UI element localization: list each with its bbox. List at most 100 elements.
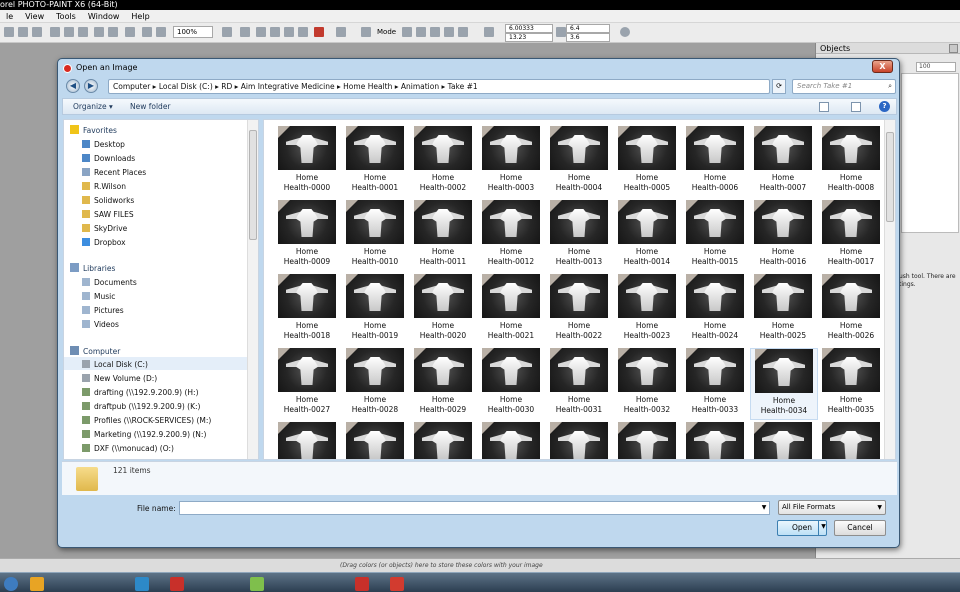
forward-button[interactable]: ▶	[84, 79, 98, 93]
search-icon[interactable]: ⌕	[888, 80, 892, 93]
address-bar[interactable]: Computer ▸ Local Disk (C:) ▸ RD ▸ Aim In…	[108, 79, 770, 94]
file-item[interactable]: Home Health-0001	[342, 126, 410, 198]
cut-icon[interactable]	[50, 27, 60, 37]
file-item[interactable]: Home Health-0029	[410, 348, 478, 420]
import-icon[interactable]	[125, 27, 135, 37]
transform-icon[interactable]	[256, 27, 266, 37]
nav-item-solidworks[interactable]: Solidworks	[82, 194, 134, 207]
nav-libraries[interactable]: Libraries	[70, 262, 115, 275]
options-icon[interactable]	[336, 27, 346, 37]
objects-list[interactable]	[901, 73, 959, 233]
x-position-field[interactable]: 6.00333	[505, 24, 553, 33]
file-item[interactable]: Home Health-0002	[410, 126, 478, 198]
file-item[interactable]	[478, 422, 546, 459]
file-item[interactable]: Home Health-0012	[478, 200, 546, 272]
nav-item-music[interactable]: Music	[82, 290, 115, 303]
height-field[interactable]: 3.6	[566, 33, 610, 42]
menu-file[interactable]: le	[0, 10, 19, 23]
menu-help[interactable]: Help	[125, 10, 155, 23]
width-field[interactable]: 6.4	[566, 24, 610, 33]
file-item[interactable]	[546, 422, 614, 459]
opacity-field[interactable]: 100	[916, 62, 956, 72]
mode-icon[interactable]	[402, 27, 412, 37]
file-item[interactable]: Home Health-0026	[818, 274, 886, 346]
object-icon[interactable]	[298, 27, 308, 37]
file-item[interactable]: Home Health-0005	[614, 126, 682, 198]
file-item[interactable]	[274, 422, 342, 459]
corel-paint-icon[interactable]	[390, 577, 404, 591]
file-item[interactable]: Home Health-0004	[546, 126, 614, 198]
nav-scrollbar-thumb[interactable]	[249, 130, 257, 240]
file-item[interactable]: Home Health-0006	[682, 126, 750, 198]
nav-item-desktop[interactable]: Desktop	[82, 138, 125, 151]
file-item[interactable]: Home Health-0018	[274, 274, 342, 346]
file-item[interactable]: Home Health-0027	[274, 348, 342, 420]
nav-item-marketing-n[interactable]: Marketing (\\192.9.200.9) (N:)	[82, 428, 206, 441]
nav-item-videos[interactable]: Videos	[82, 318, 119, 331]
nav-item-skydrive[interactable]: SkyDrive	[82, 222, 127, 235]
search-input[interactable]: Search Take #1 ⌕	[792, 79, 896, 94]
file-item[interactable]: Home Health-0024	[682, 274, 750, 346]
save-icon[interactable]	[32, 27, 42, 37]
undo-icon[interactable]	[94, 27, 104, 37]
start-icon[interactable]	[4, 577, 18, 591]
file-item[interactable]: Home Health-0022	[546, 274, 614, 346]
file-item[interactable]: Home Health-0003	[478, 126, 546, 198]
file-scrollbar[interactable]	[884, 120, 895, 459]
file-item[interactable]: Home Health-0011	[410, 200, 478, 272]
file-item[interactable]: Home Health-0013	[546, 200, 614, 272]
cancel-button[interactable]: Cancel	[834, 520, 886, 536]
mask-icon[interactable]	[270, 27, 280, 37]
file-item[interactable]: Home Health-0015	[682, 200, 750, 272]
file-item[interactable]: Home Health-0000	[274, 126, 342, 198]
preview-pane-icon[interactable]	[851, 102, 861, 112]
corel-icon[interactable]	[355, 577, 369, 591]
file-item[interactable]: Home Health-0009	[274, 200, 342, 272]
help-icon[interactable]: ?	[879, 101, 890, 112]
paste-icon[interactable]	[78, 27, 88, 37]
acrobat-icon[interactable]	[170, 577, 184, 591]
file-item[interactable]	[682, 422, 750, 459]
new-folder-button[interactable]: New folder	[130, 101, 171, 113]
rotate-icon[interactable]	[416, 27, 426, 37]
nav-item-saw-files[interactable]: SAW FILES	[82, 208, 134, 221]
lock-ratio-icon[interactable]	[620, 27, 630, 37]
app-icon[interactable]	[250, 577, 264, 591]
explorer-icon[interactable]	[30, 577, 44, 591]
nav-item-local-disk-c[interactable]: Local Disk (C:)	[82, 358, 148, 371]
nav-item-dxf-o[interactable]: DXF (\\monucad) (O:)	[82, 442, 174, 455]
file-item[interactable]: Home Health-0020	[410, 274, 478, 346]
align-icon[interactable]	[240, 27, 250, 37]
skew-icon[interactable]	[430, 27, 440, 37]
back-button[interactable]: ◀	[66, 79, 80, 93]
outlook-icon[interactable]	[135, 577, 149, 591]
full-screen-icon[interactable]	[222, 27, 232, 37]
color-icon[interactable]	[314, 27, 324, 37]
copy-icon[interactable]	[64, 27, 74, 37]
nav-scrollbar[interactable]	[247, 120, 258, 459]
open-options-dropdown[interactable]: ▼	[818, 520, 828, 536]
file-item[interactable]	[750, 422, 818, 459]
redo-icon[interactable]	[108, 27, 118, 37]
nav-item-profiles-m[interactable]: Profiles (\\ROCK-SERVICES) (M:)	[82, 414, 211, 427]
file-item[interactable]: Home Health-0025	[750, 274, 818, 346]
new-icon[interactable]	[4, 27, 14, 37]
file-item[interactable]	[342, 422, 410, 459]
organize-button[interactable]: Organize ▾	[73, 101, 113, 113]
file-type-select[interactable]: All File Formats ▼	[778, 500, 886, 515]
breadcrumb[interactable]: Computer ▸ Local Disk (C:) ▸ RD ▸ Aim In…	[113, 82, 478, 91]
nav-item-rwilson[interactable]: R.Wilson	[82, 180, 126, 193]
file-item[interactable]: Home Health-0021	[478, 274, 546, 346]
open-icon[interactable]	[18, 27, 28, 37]
menu-tools[interactable]: Tools	[50, 10, 82, 23]
file-item[interactable]: Home Health-0030	[478, 348, 546, 420]
y-position-field[interactable]: 13.23	[505, 33, 553, 42]
file-item[interactable]: Home Health-0032	[614, 348, 682, 420]
dialog-close-button[interactable]: X	[872, 60, 893, 73]
file-item[interactable]: Home Health-0035	[818, 348, 886, 420]
nav-item-downloads[interactable]: Downloads	[82, 152, 135, 165]
nav-computer[interactable]: Computer	[70, 345, 120, 358]
menu-view[interactable]: View	[19, 10, 50, 23]
zoom-level-field[interactable]: 100%	[173, 26, 213, 38]
perspective-icon[interactable]	[458, 27, 468, 37]
